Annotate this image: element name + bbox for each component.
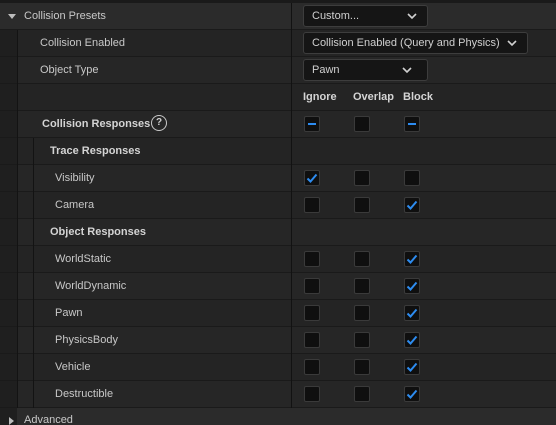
visibility-ignore-checkbox[interactable] bbox=[304, 170, 320, 186]
channel-name: Vehicle bbox=[55, 361, 91, 373]
collision-responses-ignore-checkbox[interactable] bbox=[304, 116, 320, 132]
worlddynamic-overlap-checkbox[interactable] bbox=[354, 278, 370, 294]
checkmark-icon bbox=[406, 335, 418, 345]
collision-responses-row: Collision Responses ? bbox=[0, 111, 556, 138]
object-type-label: Object Type bbox=[40, 64, 99, 76]
pawn-ignore-checkbox[interactable] bbox=[304, 305, 320, 321]
block-column-header: Block bbox=[403, 91, 433, 103]
collision-presets-row: Collision Presets Custom... bbox=[0, 3, 556, 30]
collapse-arrow-icon[interactable] bbox=[8, 14, 16, 19]
vehicle-overlap-checkbox[interactable] bbox=[354, 359, 370, 375]
trace-responses-label: Trace Responses bbox=[50, 145, 141, 157]
object-response-row-physicsbody: PhysicsBody bbox=[0, 327, 556, 354]
vehicle-block-checkbox[interactable] bbox=[404, 359, 420, 375]
collision-enabled-label: Collision Enabled bbox=[40, 37, 125, 49]
channel-name: Camera bbox=[55, 199, 95, 211]
visibility-overlap-checkbox[interactable] bbox=[354, 170, 370, 186]
checkmark-icon bbox=[406, 200, 418, 210]
worlddynamic-ignore-checkbox[interactable] bbox=[304, 278, 320, 294]
trace-response-row-visibility: Visibility bbox=[0, 165, 556, 192]
trace-responses-header-row: Trace Responses bbox=[0, 138, 556, 165]
ignore-column-header: Ignore bbox=[303, 91, 337, 103]
camera-overlap-checkbox[interactable] bbox=[354, 197, 370, 213]
object-response-row-destructible: Destructible bbox=[0, 381, 556, 408]
channel-name: Destructible bbox=[55, 388, 114, 400]
object-responses-header-row: Object Responses bbox=[0, 219, 556, 246]
object-response-row-pawn: Pawn bbox=[0, 300, 556, 327]
object-type-dropdown[interactable]: Pawn bbox=[303, 59, 428, 81]
channel-name: Pawn bbox=[55, 307, 83, 319]
vehicle-ignore-checkbox[interactable] bbox=[304, 359, 320, 375]
destructible-block-checkbox[interactable] bbox=[404, 386, 420, 402]
advanced-label: Advanced bbox=[24, 414, 73, 425]
collision-responses-label: Collision Responses bbox=[42, 118, 151, 130]
object-responses-label: Object Responses bbox=[50, 226, 146, 238]
collision-enabled-value: Collision Enabled (Query and Physics) bbox=[312, 37, 500, 49]
pawn-overlap-checkbox[interactable] bbox=[354, 305, 370, 321]
collision-details-panel: Collision Presets Custom... Collision En… bbox=[0, 0, 556, 425]
indeterminate-icon bbox=[308, 123, 316, 125]
worlddynamic-block-checkbox[interactable] bbox=[404, 278, 420, 294]
object-type-value: Pawn bbox=[312, 64, 340, 76]
response-column-headers-row: Ignore Overlap Block bbox=[0, 84, 556, 111]
camera-block-checkbox[interactable] bbox=[404, 197, 420, 213]
physicsbody-block-checkbox[interactable] bbox=[404, 332, 420, 348]
camera-ignore-checkbox[interactable] bbox=[304, 197, 320, 213]
checkmark-icon bbox=[406, 389, 418, 399]
collision-enabled-dropdown[interactable]: Collision Enabled (Query and Physics) bbox=[303, 32, 528, 54]
checkmark-icon bbox=[306, 173, 318, 183]
chevron-down-icon bbox=[402, 67, 412, 74]
channel-name: WorldStatic bbox=[55, 253, 112, 265]
checkmark-icon bbox=[406, 308, 418, 318]
checkmark-icon bbox=[406, 254, 418, 264]
trace-response-row-camera: Camera bbox=[0, 192, 556, 219]
channel-name: Visibility bbox=[55, 172, 95, 184]
expand-arrow-icon[interactable] bbox=[9, 417, 14, 425]
chevron-down-icon bbox=[507, 40, 517, 47]
checkmark-icon bbox=[406, 281, 418, 291]
collision-presets-value: Custom... bbox=[312, 10, 360, 22]
overlap-column-header: Overlap bbox=[353, 91, 394, 103]
destructible-ignore-checkbox[interactable] bbox=[304, 386, 320, 402]
pawn-block-checkbox[interactable] bbox=[404, 305, 420, 321]
worldstatic-overlap-checkbox[interactable] bbox=[354, 251, 370, 267]
indeterminate-icon bbox=[408, 123, 416, 125]
channel-name: WorldDynamic bbox=[55, 280, 127, 292]
collision-responses-overlap-checkbox[interactable] bbox=[354, 116, 370, 132]
object-type-row: Object Type Pawn bbox=[0, 57, 556, 84]
object-response-row-vehicle: Vehicle bbox=[0, 354, 556, 381]
object-response-row-worldstatic: WorldStatic bbox=[0, 246, 556, 273]
destructible-overlap-checkbox[interactable] bbox=[354, 386, 370, 402]
physicsbody-overlap-checkbox[interactable] bbox=[354, 332, 370, 348]
visibility-block-checkbox[interactable] bbox=[404, 170, 420, 186]
collision-presets-dropdown[interactable]: Custom... bbox=[303, 5, 428, 27]
physicsbody-ignore-checkbox[interactable] bbox=[304, 332, 320, 348]
worldstatic-ignore-checkbox[interactable] bbox=[304, 251, 320, 267]
collision-responses-block-checkbox[interactable] bbox=[404, 116, 420, 132]
advanced-row[interactable]: Advanced bbox=[0, 408, 556, 425]
collision-presets-label: Collision Presets bbox=[24, 10, 106, 22]
worldstatic-block-checkbox[interactable] bbox=[404, 251, 420, 267]
collision-enabled-row: Collision Enabled Collision Enabled (Que… bbox=[0, 30, 556, 57]
help-icon[interactable]: ? bbox=[151, 115, 167, 131]
channel-name: PhysicsBody bbox=[55, 334, 118, 346]
checkmark-icon bbox=[406, 362, 418, 372]
object-response-row-worlddynamic: WorldDynamic bbox=[0, 273, 556, 300]
chevron-down-icon bbox=[407, 13, 417, 20]
